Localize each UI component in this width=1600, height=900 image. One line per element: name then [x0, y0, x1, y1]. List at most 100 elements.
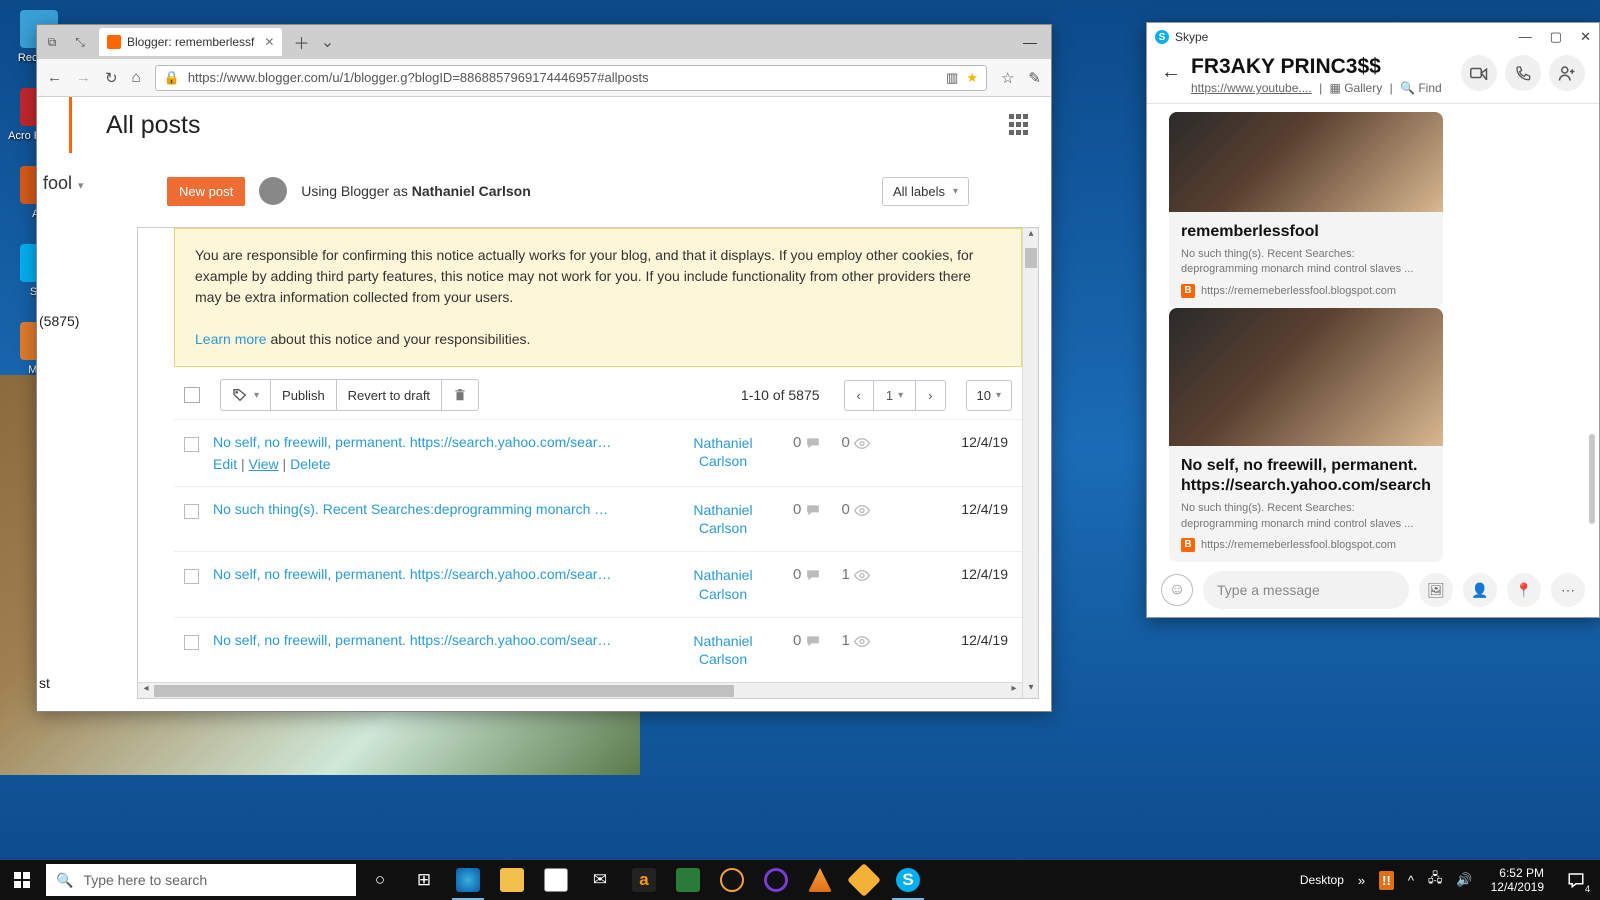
page-select[interactable]: 1 ▾ [874, 381, 916, 410]
edit-link[interactable]: Edit [213, 456, 237, 472]
prev-page-button[interactable]: ‹ [845, 381, 874, 410]
window-maximize-icon[interactable]: ▢ [1550, 29, 1562, 45]
post-title-link[interactable]: No self, no freewill, permanent. https:/… [213, 434, 613, 450]
mail-icon[interactable]: ✉ [578, 860, 622, 900]
amazon-icon[interactable]: a [622, 860, 666, 900]
post-author-link[interactable]: NathanielCarlson [673, 566, 773, 602]
store-icon[interactable] [534, 860, 578, 900]
scroll-right-icon[interactable]: ▸ [1006, 683, 1022, 699]
link-preview-card[interactable]: No self, no freewill, permanent. https:/… [1169, 308, 1443, 562]
post-title-link[interactable]: No self, no freewill, permanent. https:/… [213, 632, 613, 648]
contact-link[interactable]: https://www.youtube.... [1191, 81, 1312, 95]
task-view-icon[interactable]: ⊞ [402, 860, 446, 900]
link-preview-card[interactable]: rememberlessfoolNo such thing(s). Recent… [1169, 112, 1443, 308]
all-labels-dropdown[interactable]: All labels▾ [882, 177, 969, 206]
back-icon[interactable]: ← [47, 69, 62, 86]
add-people-icon[interactable] [1549, 55, 1585, 91]
scroll-thumb[interactable] [1025, 248, 1037, 268]
contact-subline: https://www.youtube.... | ▦ Gallery | 🔍 … [1191, 81, 1451, 95]
delete-link[interactable]: Delete [290, 456, 330, 472]
learn-more-link[interactable]: Learn more [195, 331, 267, 347]
search-icon: 🔍 [56, 872, 73, 889]
post-checkbox[interactable] [184, 504, 199, 519]
window-minimize-icon[interactable]: — [1519, 29, 1532, 45]
post-checkbox[interactable] [184, 569, 199, 584]
favorites-icon[interactable]: ☆ [1001, 69, 1014, 87]
window-close-icon[interactable]: ✕ [1580, 29, 1591, 45]
post-title-link[interactable]: No such thing(s). Recent Searches:deprog… [213, 501, 613, 517]
notes-icon[interactable]: ✎ [1028, 69, 1041, 87]
tab-group-icon-1[interactable]: ⧉ [43, 33, 61, 51]
per-page-select[interactable]: 10 ▾ [966, 380, 1013, 411]
clock[interactable]: 6:52 PM 12/4/2019 [1483, 866, 1552, 895]
next-page-button[interactable]: › [916, 381, 944, 410]
horizontal-scrollbar[interactable]: ◂ ▸ [138, 682, 1022, 698]
avatar[interactable] [259, 177, 287, 205]
learn-more-suffix: about this notice and your responsibilit… [267, 331, 531, 347]
scroll-down-icon[interactable]: ▾ [1023, 682, 1039, 698]
start-button[interactable] [0, 860, 44, 900]
select-all-checkbox[interactable] [184, 387, 200, 403]
vertical-scrollbar[interactable]: ▴ ▾ [1022, 228, 1038, 698]
forward-icon[interactable]: → [76, 69, 91, 86]
chat-body[interactable]: rememberlessfoolNo such thing(s). Recent… [1147, 104, 1599, 563]
reading-view-icon[interactable]: ▥ [946, 70, 958, 86]
gallery-link[interactable]: ▦ Gallery [1330, 81, 1383, 95]
browser-tab[interactable]: Blogger: rememberlessf ✕ [99, 28, 282, 56]
app-icon-1[interactable] [710, 860, 754, 900]
app-icon-3[interactable] [842, 860, 886, 900]
window-minimize-icon[interactable]: — [1015, 27, 1045, 57]
desktop-toolbar-label[interactable]: Desktop [1300, 873, 1344, 887]
media-icon[interactable]: 🖼 [1419, 573, 1453, 607]
message-input[interactable]: Type a message [1203, 571, 1409, 609]
post-author-link[interactable]: NathanielCarlson [673, 632, 773, 668]
taskbar-search[interactable]: 🔍 Type here to search [46, 864, 356, 896]
tripadvisor-icon[interactable] [666, 860, 710, 900]
audio-call-icon[interactable] [1505, 55, 1541, 91]
scroll-up-icon[interactable]: ▴ [1023, 228, 1039, 244]
favorite-star-icon[interactable]: ★ [966, 70, 978, 86]
file-explorer-icon[interactable] [490, 860, 534, 900]
url-input[interactable]: 🔒 https://www.blogger.com/u/1/blogger.g?… [155, 65, 987, 91]
scroll-thumb[interactable] [1589, 434, 1595, 524]
scroll-left-icon[interactable]: ◂ [138, 683, 154, 699]
post-checkbox[interactable] [184, 635, 199, 650]
back-icon[interactable]: ← [1161, 61, 1181, 84]
new-post-button[interactable]: New post [167, 177, 245, 206]
contact-card-icon[interactable]: 👤 [1463, 573, 1497, 607]
vlc-icon[interactable] [798, 860, 842, 900]
network-icon[interactable]: 🖧 [1424, 869, 1447, 891]
app-icon-2[interactable] [754, 860, 798, 900]
tab-list-button[interactable]: ⌄ [316, 31, 338, 53]
more-icon[interactable]: ⋯ [1551, 573, 1585, 607]
video-call-icon[interactable] [1461, 55, 1497, 91]
post-checkbox[interactable] [184, 437, 199, 452]
apps-grid-icon[interactable] [1009, 114, 1031, 136]
emoji-icon[interactable]: ☺ [1161, 574, 1193, 606]
tab-group-icon-2[interactable]: ⤡ [71, 33, 89, 51]
publish-button[interactable]: Publish [271, 380, 337, 410]
post-title-link[interactable]: No self, no freewill, permanent. https:/… [213, 566, 613, 582]
tray-overflow-icon[interactable]: » [1354, 873, 1369, 888]
close-tab-icon[interactable]: ✕ [264, 35, 274, 49]
chat-scrollbar[interactable] [1589, 104, 1595, 563]
volume-icon[interactable]: 🔊 [1452, 872, 1476, 888]
find-link[interactable]: 🔍 Find [1400, 81, 1442, 95]
revert-draft-button[interactable]: Revert to draft [337, 380, 442, 410]
tray-app-icon[interactable]: !! [1375, 873, 1398, 888]
delete-posts-button[interactable] [442, 380, 478, 410]
refresh-icon[interactable]: ↻ [105, 69, 118, 87]
post-author-link[interactable]: NathanielCarlson [673, 434, 773, 470]
new-tab-button[interactable]: ＋ [290, 31, 312, 53]
skype-taskbar-icon[interactable]: S [886, 860, 930, 900]
scroll-thumb[interactable] [154, 685, 734, 697]
location-icon[interactable]: 📍 [1507, 573, 1541, 607]
action-center-icon[interactable]: 4 [1558, 860, 1594, 900]
label-menu-button[interactable]: ▾ [221, 380, 271, 410]
home-icon[interactable]: ⌂ [132, 69, 141, 86]
post-author-link[interactable]: NathanielCarlson [673, 501, 773, 537]
view-link[interactable]: View [249, 456, 279, 472]
edge-icon[interactable] [446, 860, 490, 900]
tray-chevron-icon[interactable]: ^ [1404, 873, 1418, 888]
cortana-icon[interactable]: ○ [358, 860, 402, 900]
